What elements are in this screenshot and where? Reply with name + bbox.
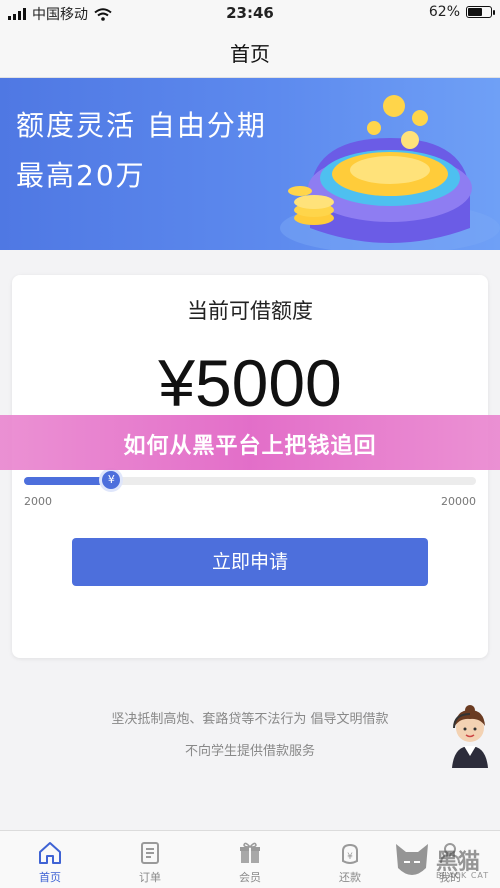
svg-text:¥: ¥ <box>347 852 353 862</box>
battery-icon <box>466 6 495 18</box>
black-cat-watermark: 黑猫 BLACK CAT <box>392 836 498 886</box>
banner-subheadline: 最高20万 <box>16 159 146 192</box>
tab-label: 会员 <box>239 871 261 884</box>
watermark-subtitle: BLACK CAT <box>436 871 490 880</box>
overlay-text: 如何从黑平台上把钱追回 <box>123 434 377 459</box>
tab-orders[interactable]: 订单 <box>100 831 200 888</box>
tab-repay[interactable]: ¥ 还款 <box>300 831 400 888</box>
student-notice: 不向学生提供借款服务 <box>184 744 315 759</box>
tab-label: 还款 <box>339 871 361 884</box>
slider-fill <box>24 477 112 485</box>
battery-percent: 62% <box>428 4 460 20</box>
status-bar: 中国移动 23:46 62% <box>0 0 500 26</box>
coin-bowl-illustration <box>280 95 500 250</box>
tab-label: 首页 <box>39 871 61 884</box>
status-right: 62% <box>428 4 495 20</box>
slider-min-label: 2000 <box>24 495 52 508</box>
customer-service-icon[interactable] <box>444 704 496 770</box>
overlay-banner: 如何从黑平台上把钱追回 <box>0 415 500 470</box>
nav-bar: 首页 <box>0 26 500 78</box>
compliance-notice: 坚决抵制高炮、套路贷等不法行为 倡导文明借款 <box>111 712 389 727</box>
gift-icon <box>240 842 260 863</box>
page-title: 首页 <box>230 42 270 66</box>
tab-home[interactable]: 首页 <box>0 831 100 888</box>
loan-card-title: 当前可借额度 <box>187 299 313 323</box>
home-icon <box>39 842 61 864</box>
banner-headline: 额度灵活 自由分期 <box>16 109 267 142</box>
order-icon <box>141 842 159 864</box>
promo-banner[interactable]: 额度灵活 自由分期 最高20万 <box>0 78 500 250</box>
repay-icon: ¥ <box>342 843 358 864</box>
tab-label: 订单 <box>139 871 161 884</box>
amount-slider[interactable]: ¥ <box>24 468 476 492</box>
battery-level <box>468 8 482 16</box>
loan-amount: ¥5000 <box>158 346 342 420</box>
slider-max-label: 20000 <box>441 495 476 508</box>
tab-membership[interactable]: 会员 <box>200 831 300 888</box>
status-time: 23:46 <box>226 4 274 22</box>
cat-logo-icon <box>396 844 428 875</box>
apply-button[interactable]: 立即申请 <box>72 538 428 586</box>
